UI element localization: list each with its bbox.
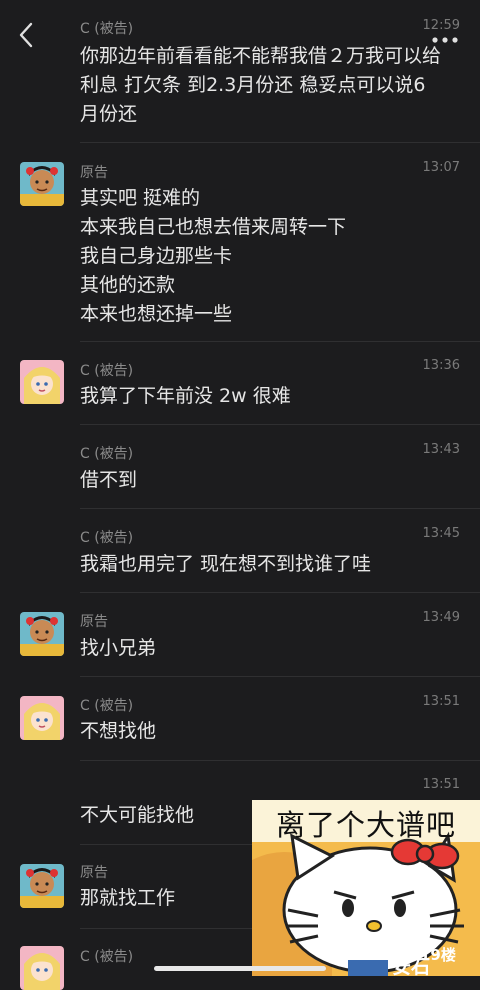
divider (80, 760, 480, 761)
message-line: 你那边年前看看能不能帮我借２万我可以给 (80, 45, 442, 67)
sender-name: 原告 (80, 614, 108, 630)
back-button[interactable] (14, 20, 40, 50)
sender-name: C (被告) (80, 363, 134, 379)
message-time: 13:49 (422, 610, 460, 625)
watermark-logo: 19楼 (420, 946, 456, 964)
message-line: 本来我自己也想去借来周转一下 (80, 216, 347, 238)
sticker-caption: 离了个大谱吧 (275, 808, 456, 842)
divider (80, 341, 480, 342)
sender-name: C (被告) (80, 698, 134, 714)
avatar-image-icon (20, 612, 64, 656)
divider (80, 592, 480, 593)
message-line: 月份还 (80, 103, 138, 125)
avatar-image-icon (20, 946, 64, 990)
message-time: 13:36 (422, 358, 460, 373)
message-text: 我算了下年前没 2w 很难 (80, 382, 450, 411)
sender-name: 原告 (80, 165, 108, 181)
message-text: 你那边年前看看能不能帮我借２万我可以给 利息 打欠条 到2.3月份还 稳妥点可以… (80, 42, 450, 129)
message-line: 利息 打欠条 到2.3月份还 稳妥点可以说6 (80, 74, 426, 96)
message-text: 找小兄弟 (80, 634, 450, 663)
message-time: 13:51 (422, 777, 460, 792)
avatar-defendant[interactable] (20, 946, 64, 990)
message-line: 不想找他 (80, 720, 157, 742)
avatar-image-icon (20, 864, 64, 908)
divider (80, 142, 480, 143)
message-time: 13:43 (422, 442, 460, 457)
message-line: 本来也想还掉一些 (80, 303, 233, 325)
message-time: 12:59 (422, 18, 460, 33)
avatar-image-icon (20, 696, 64, 740)
avatar-plaintiff[interactable] (20, 864, 64, 908)
divider (80, 424, 480, 425)
message-time: 13:51 (422, 694, 460, 709)
avatar-plaintiff[interactable] (20, 612, 64, 656)
message-text: 其实吧 挺难的 本来我自己也想去借来周转一下 我自己身边那些卡 其他的还款 本来… (80, 184, 450, 329)
message-line: 其他的还款 (80, 274, 176, 296)
chevron-left-icon (19, 22, 33, 48)
message-text: 我霜也用完了 现在想不到找谁了哇 (80, 550, 450, 579)
divider (80, 508, 480, 509)
message-line: 我霜也用完了 现在想不到找谁了哇 (80, 553, 372, 575)
message-text: 不想找他 (80, 717, 450, 746)
divider (80, 676, 480, 677)
message-line: 借不到 (80, 469, 138, 491)
message-line: 找小兄弟 (80, 637, 157, 659)
home-indicator[interactable] (154, 966, 326, 971)
sender-name: C (被告) (80, 530, 134, 546)
sender-name: C (被告) (80, 446, 134, 462)
message-line: 其实吧 挺难的 (80, 187, 201, 209)
avatar-defendant[interactable] (20, 696, 64, 740)
message-time: 13:07 (422, 160, 460, 175)
message-time: 13:45 (422, 526, 460, 541)
message-text: 借不到 (80, 466, 450, 495)
avatar-image-icon (20, 360, 64, 404)
top-bar (0, 0, 480, 48)
avatar-plaintiff[interactable] (20, 162, 64, 206)
avatar-image-icon (20, 162, 64, 206)
message-line: 我算了下年前没 2w 很难 (80, 385, 291, 407)
sender-name: 原告 (80, 865, 108, 881)
sender-name: C (被告) (80, 21, 134, 37)
avatar-defendant[interactable] (20, 360, 64, 404)
message-line: 我自己身边那些卡 (80, 245, 233, 267)
sender-name: C (被告) (80, 949, 134, 965)
